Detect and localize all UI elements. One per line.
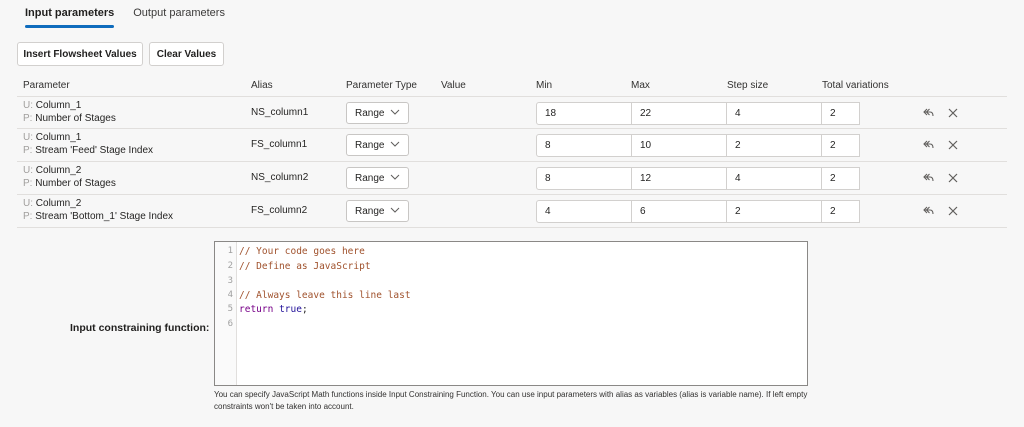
total-variations-value: 2	[821, 167, 860, 190]
param-name: Number of Stages	[35, 178, 116, 189]
alias-value: NS_column2	[251, 172, 309, 183]
keyword-token: return	[239, 304, 274, 315]
punctuation-token: ;	[301, 304, 308, 315]
alias-value: NS_column1	[251, 107, 309, 118]
max-input[interactable]: 10	[631, 134, 727, 157]
unit-name: Column_1	[35, 100, 82, 111]
param-prefix: P:	[23, 113, 33, 124]
min-input[interactable]: 4	[536, 200, 632, 223]
line-number: 6	[227, 319, 233, 329]
max-input[interactable]: 22	[631, 102, 727, 125]
parameter-type-dropdown[interactable]: Range	[346, 200, 409, 222]
parameter-type-dropdown[interactable]: Range	[346, 102, 409, 124]
parameter-name: U: Column_1 P: Stream 'Feed' Stage Index	[23, 131, 153, 157]
param-prefix: P:	[23, 145, 33, 156]
parameter-name: U: Column_2 P: Stream 'Bottom_1' Stage I…	[23, 197, 173, 223]
step-size-input[interactable]: 4	[726, 167, 822, 190]
chevron-down-icon	[390, 141, 400, 147]
header-value: Value	[441, 80, 466, 91]
param-prefix: P:	[23, 211, 33, 222]
code-editor[interactable]: 1 2 3 4 5 6 // Your code goes here // De…	[214, 241, 808, 386]
max-input[interactable]: 12	[631, 167, 727, 190]
min-input[interactable]: 8	[536, 167, 632, 190]
total-variations-value: 2	[821, 134, 860, 157]
parameter-type-value: Range	[355, 172, 385, 184]
parameter-type-value: Range	[355, 205, 385, 217]
unit-prefix: U:	[23, 100, 33, 111]
close-icon[interactable]	[946, 138, 960, 152]
tab-input-parameters[interactable]: Input parameters	[25, 0, 115, 28]
undo-arrow-icon[interactable]	[922, 171, 936, 185]
close-icon[interactable]	[946, 106, 960, 120]
alias-value: FS_column2	[251, 205, 308, 216]
undo-arrow-icon[interactable]	[922, 204, 936, 218]
total-variations-value: 2	[821, 102, 860, 125]
unit-prefix: U:	[23, 165, 33, 176]
unit-name: Column_1	[35, 132, 82, 143]
line-number-gutter: 1 2 3 4 5 6	[215, 242, 237, 385]
alias-value: FS_column1	[251, 139, 308, 150]
step-size-input[interactable]: 2	[726, 200, 822, 223]
undo-arrow-icon[interactable]	[922, 106, 936, 120]
line-number: 4	[227, 290, 233, 300]
line-number: 2	[227, 261, 233, 271]
line-number: 5	[227, 304, 233, 314]
min-input[interactable]: 18	[536, 102, 632, 125]
tab-output-parameters[interactable]: Output parameters	[133, 0, 225, 28]
header-alias: Alias	[251, 80, 273, 91]
code-line: // Define as JavaScript	[239, 261, 371, 272]
atom-token: true	[279, 304, 302, 315]
step-size-input[interactable]: 2	[726, 134, 822, 157]
table-row: U: Column_1 P: Stream 'Feed' Stage Index…	[17, 129, 1007, 162]
line-number: 1	[227, 246, 233, 256]
input-constraining-function-label: Input constraining function:	[70, 322, 210, 334]
table-row: U: Column_1 P: Number of Stages NS_colum…	[17, 96, 1007, 129]
param-name: Stream 'Bottom_1' Stage Index	[35, 211, 174, 222]
header-parameter-type: Parameter Type	[346, 80, 417, 91]
header-step-size: Step size	[727, 80, 769, 91]
line-number: 3	[227, 276, 233, 286]
header-parameter: Parameter	[23, 80, 70, 91]
min-input[interactable]: 8	[536, 134, 632, 157]
param-name: Stream 'Feed' Stage Index	[35, 145, 154, 156]
parameter-type-dropdown[interactable]: Range	[346, 134, 409, 156]
parameter-type-value: Range	[355, 139, 385, 151]
unit-name: Column_2	[35, 165, 82, 176]
parameter-type-value: Range	[355, 107, 385, 119]
chevron-down-icon	[390, 174, 400, 180]
max-input[interactable]: 6	[631, 200, 727, 223]
total-variations-value: 2	[821, 200, 860, 223]
constraint-hint-text: You can specify JavaScript Math function…	[214, 390, 808, 411]
parameter-type-dropdown[interactable]: Range	[346, 167, 409, 189]
code-line: // Your code goes here	[239, 246, 365, 257]
close-icon[interactable]	[946, 171, 960, 185]
parameter-name: U: Column_1 P: Number of Stages	[23, 99, 116, 125]
close-icon[interactable]	[946, 204, 960, 218]
header-max: Max	[631, 80, 650, 91]
table-row: U: Column_2 P: Number of Stages NS_colum…	[17, 162, 1007, 195]
header-total-variations: Total variations	[822, 80, 889, 91]
unit-prefix: U:	[23, 132, 33, 143]
chevron-down-icon	[390, 109, 400, 115]
insert-flowsheet-values-button[interactable]: Insert Flowsheet Values	[17, 42, 143, 66]
tab-bar: Input parameters Output parameters	[25, 0, 244, 30]
parameter-name: U: Column_2 P: Number of Stages	[23, 164, 116, 190]
undo-arrow-icon[interactable]	[922, 138, 936, 152]
code-line: return true;	[239, 304, 308, 315]
code-line: // Always leave this line last	[239, 290, 411, 301]
unit-prefix: U:	[23, 198, 33, 209]
header-min: Min	[536, 80, 553, 91]
chevron-down-icon	[390, 207, 400, 213]
unit-name: Column_2	[35, 198, 82, 209]
clear-values-button[interactable]: Clear Values	[149, 42, 224, 66]
table-row: U: Column_2 P: Stream 'Bottom_1' Stage I…	[17, 195, 1007, 228]
param-name: Number of Stages	[35, 113, 116, 124]
param-prefix: P:	[23, 178, 33, 189]
step-size-input[interactable]: 4	[726, 102, 822, 125]
